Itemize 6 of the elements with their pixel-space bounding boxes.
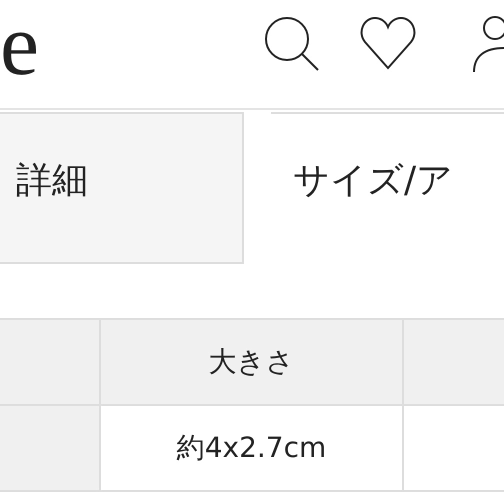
search-icon[interactable]: [264, 16, 320, 72]
logo[interactable]: e: [0, 2, 44, 90]
heart-icon[interactable]: [360, 16, 416, 70]
tab[interactable]: 詳細: [0, 112, 244, 264]
user-icon[interactable]: [473, 16, 504, 72]
column-header: 大きさ: [101, 320, 404, 404]
